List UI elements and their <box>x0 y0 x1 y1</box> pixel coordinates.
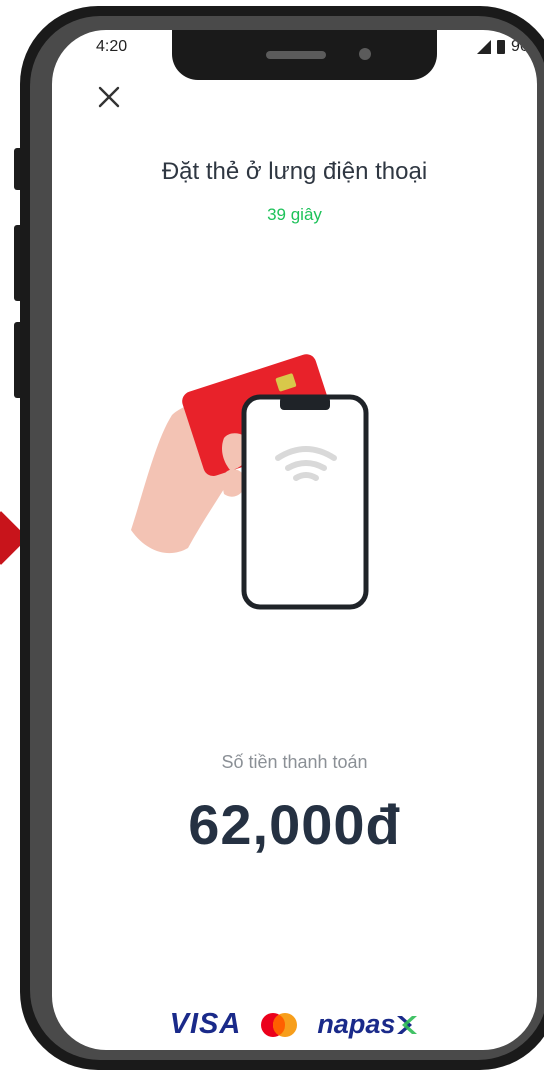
phone-frame: 4:20 96% Đặt thẻ ở lưng điện thoại 39 gi… <box>20 6 544 1070</box>
mastercard-logo <box>261 1012 298 1037</box>
payment-network-logos: VISA napas <box>52 1008 537 1041</box>
napas-mark-icon <box>397 1015 418 1034</box>
amount-label: Số tiền thanh toán <box>221 752 368 772</box>
status-indicators: 96% <box>476 38 537 56</box>
status-time: 4:20 <box>96 38 128 55</box>
speaker-grille <box>266 51 326 59</box>
napas-text: napas <box>317 1009 396 1039</box>
countdown-timer: 39 giây <box>267 205 322 224</box>
front-camera <box>359 48 371 60</box>
phone-screen: 4:20 96% Đặt thẻ ở lưng điện thoại 39 gi… <box>52 30 537 1050</box>
hand-card-phone-illustration <box>131 354 369 610</box>
page-title: Đặt thẻ ở lưng điện thoại <box>161 158 428 185</box>
close-button[interactable] <box>94 82 124 112</box>
battery-percent: 96% <box>510 38 537 55</box>
payment-amount: 62,000đ <box>188 793 401 856</box>
close-icon <box>98 86 120 108</box>
phone-notch <box>172 30 437 80</box>
napas-logo: napas <box>317 1009 419 1040</box>
battery-icon <box>496 40 505 54</box>
signal-icon <box>476 40 491 54</box>
visa-logo: VISA <box>169 1008 242 1040</box>
